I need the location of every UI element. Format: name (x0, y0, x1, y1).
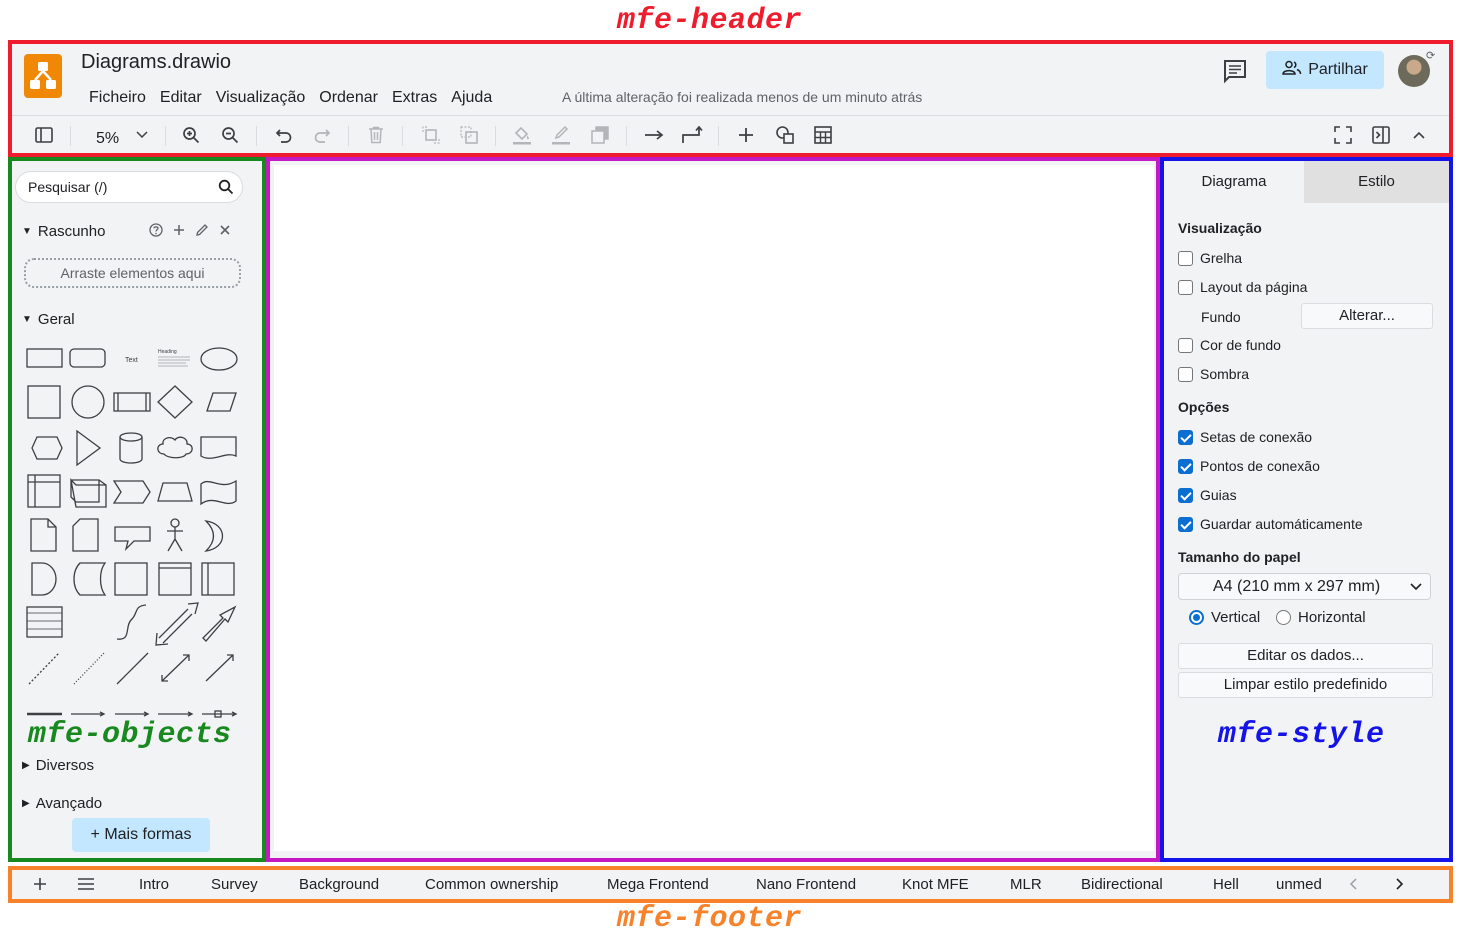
annotation-style: mfe-style (1218, 718, 1385, 752)
objects-region-frame (8, 157, 266, 862)
annotation-footer: mfe-footer (617, 902, 803, 936)
drawer-region-frame (266, 157, 1160, 862)
footer-region-frame (8, 866, 1453, 903)
annotation-header: mfe-header (617, 4, 803, 38)
annotation-objects: mfe-objects (28, 718, 232, 752)
style-region-frame (1160, 157, 1453, 862)
header-region-frame (8, 40, 1453, 157)
